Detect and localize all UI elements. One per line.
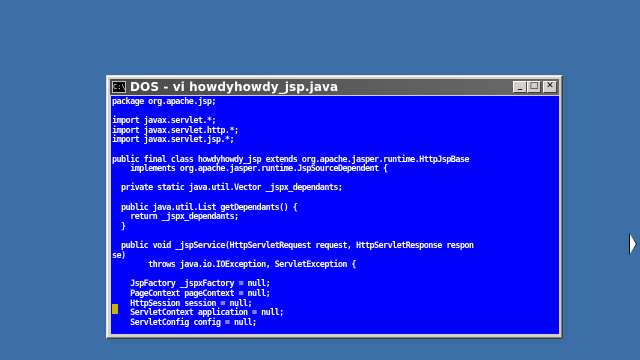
terminal-line: public void _jspService(HttpServletReque… <box>112 241 474 251</box>
dos-window[interactable]: C:\ DOS - vi howdyhowdy_jsp.java _ □ ✕ p… <box>106 75 563 339</box>
window-controls: _ □ ✕ <box>513 81 557 93</box>
command-prompt-icon[interactable]: C:\ <box>112 81 126 93</box>
mouse-pointer-icon <box>630 234 636 254</box>
terminal-line: implements org.apache.jasper.runtime.Jsp… <box>112 164 388 175</box>
minimize-button[interactable]: _ <box>513 81 527 93</box>
maximize-button[interactable]: □ <box>527 81 541 93</box>
terminal-line: ServletConfig config = null; <box>112 317 257 328</box>
close-button[interactable]: ✕ <box>543 81 557 93</box>
terminal-line: import javax.servlet.jsp.*; <box>112 135 235 146</box>
terminal-area[interactable]: package org.apache.jsp; import javax.serv… <box>111 96 559 334</box>
terminal-line: return _jspx_dependants; <box>112 212 239 223</box>
terminal-line: ServletContext application = null; <box>112 308 284 319</box>
terminal-line: JspFactory _jspxFactory = null; <box>112 279 271 290</box>
title-bar[interactable]: C:\ DOS - vi howdyhowdy_jsp.java _ □ ✕ <box>110 79 559 95</box>
window-title: DOS - vi howdyhowdy_jsp.java <box>130 80 339 94</box>
terminal-line: package org.apache.jsp; <box>112 97 217 107</box>
terminal-line: import javax.servlet.*; <box>112 116 217 127</box>
terminal-line: PageContext pageContext = null; <box>112 289 271 299</box>
terminal-line: } <box>112 221 126 232</box>
terminal-line: private static java.util.Vector _jspx_de… <box>112 183 343 194</box>
terminal-line: throws java.io.IOException, ServletExcep… <box>112 260 356 271</box>
